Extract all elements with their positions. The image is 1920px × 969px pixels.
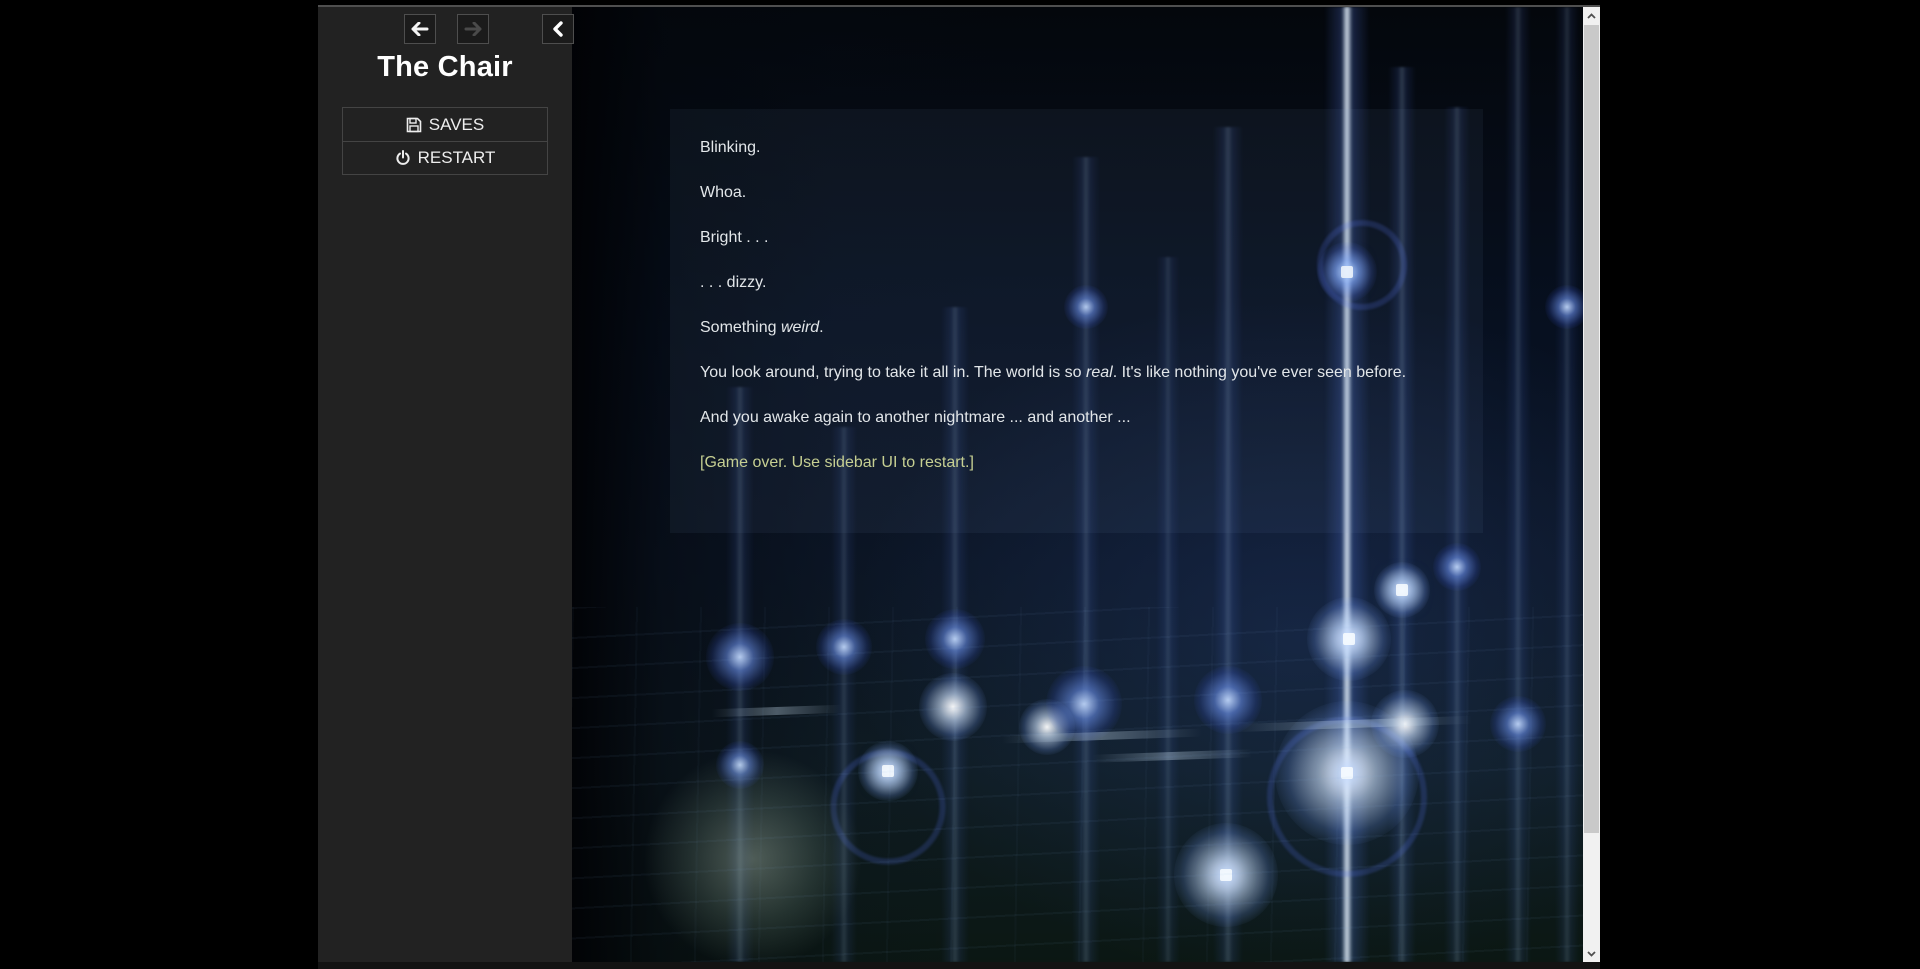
arrow-left-icon [411,22,429,36]
scrollbar-thumb[interactable] [1584,25,1599,833]
chevron-up-icon [1587,13,1596,19]
chevron-left-icon [551,21,565,37]
story-paragraph: Blinking. [700,137,1453,158]
vertical-scrollbar[interactable] [1583,7,1600,962]
circuit-gridlines [572,607,1583,962]
restart-button[interactable]: RESTART [343,141,547,174]
passage: Blinking. Whoa. Bright . . . . . . dizzy. So… [670,109,1483,533]
arrow-right-icon [464,22,482,36]
story-paragraph: Something weird. [700,317,1453,338]
floppy-disk-icon [406,117,422,133]
scroll-down-button[interactable] [1583,945,1600,962]
story-paragraph: You look around, trying to take it all i… [700,362,1453,383]
chevron-down-icon [1587,951,1596,957]
passage-content: Blinking. Whoa. Bright . . . . . . dizzy. So… [700,137,1453,473]
game-window: The Chair SAVES [318,5,1600,962]
sidebar-collapse-button[interactable] [542,14,574,44]
restart-button-label: RESTART [418,148,496,168]
sidebar: The Chair SAVES [318,7,572,962]
scroll-up-button[interactable] [1583,7,1600,24]
saves-button-label: SAVES [429,115,484,135]
page-bottom-edge [318,962,1600,969]
story-paragraph: Whoa. [700,182,1453,203]
story-area: Blinking. Whoa. Bright . . . . . . dizzy. So… [572,7,1583,962]
history-forward-button[interactable] [457,14,489,44]
story-paragraph: [Game over. Use sidebar UI to restart.] [700,452,1453,473]
story-title: The Chair [318,51,572,84]
saves-button[interactable]: SAVES [343,108,547,141]
story-paragraph: . . . dizzy. [700,272,1453,293]
power-icon [395,150,411,166]
story-paragraph: Bright . . . [700,227,1453,248]
history-back-button[interactable] [404,14,436,44]
sidebar-menu: SAVES RESTART [342,107,548,175]
story-paragraph: And you awake again to another nightmare… [700,407,1453,428]
